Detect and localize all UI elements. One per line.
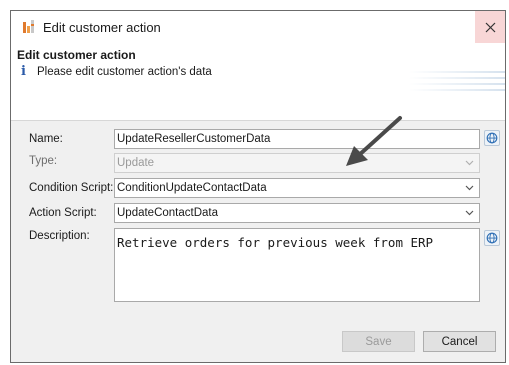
name-field[interactable]: UpdateResellerCustomerData	[114, 129, 480, 149]
app-icon	[23, 20, 34, 33]
chevron-down-icon	[465, 210, 474, 216]
type-select: Update	[114, 153, 480, 173]
condition-script-select[interactable]: ConditionUpdateContactData	[114, 178, 480, 198]
globe-icon[interactable]	[484, 130, 500, 146]
header-title: Edit customer action	[17, 48, 136, 62]
condition-script-label: Condition Script:	[29, 182, 114, 194]
window-title: Edit customer action	[43, 20, 161, 35]
globe-icon[interactable]	[484, 230, 500, 246]
header-subtitle: Please edit customer action's data	[37, 66, 212, 78]
save-button[interactable]: Save	[342, 331, 415, 352]
action-script-label: Action Script:	[29, 207, 97, 219]
close-button[interactable]	[475, 11, 505, 43]
type-value: Update	[117, 157, 155, 169]
chevron-down-icon	[465, 185, 474, 191]
description-textarea[interactable]: Retrieve orders for previous week from E…	[114, 228, 480, 302]
dialog-window: Edit customer action Edit customer actio…	[10, 10, 506, 363]
description-label: Description:	[29, 230, 90, 242]
action-script-select[interactable]: UpdateContactData	[114, 203, 480, 223]
header-decoration	[409, 71, 505, 91]
title-bar[interactable]: Edit customer action	[11, 11, 505, 43]
cancel-button[interactable]: Cancel	[423, 331, 496, 352]
name-label: Name:	[29, 133, 63, 145]
annotation-arrow	[346, 116, 402, 166]
close-icon	[485, 22, 495, 32]
chevron-down-icon	[465, 160, 474, 166]
condition-script-value: ConditionUpdateContactData	[117, 182, 267, 194]
dialog-header: Edit customer action i Please edit custo…	[11, 43, 505, 121]
action-script-value: UpdateContactData	[117, 207, 219, 219]
info-icon: i	[21, 64, 26, 79]
type-label: Type:	[29, 155, 58, 167]
